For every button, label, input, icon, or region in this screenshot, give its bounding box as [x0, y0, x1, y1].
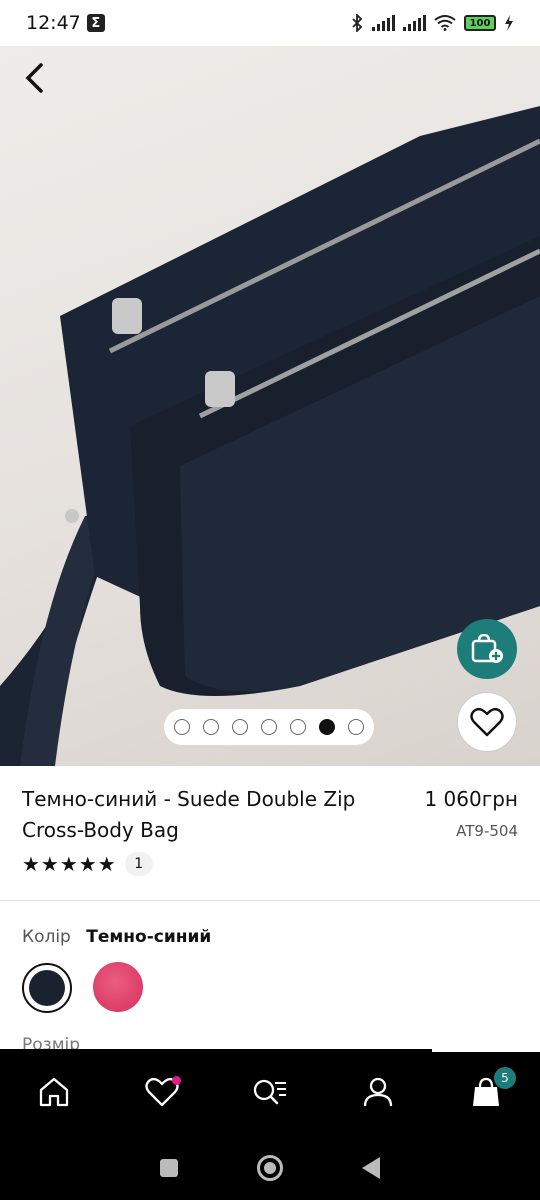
color-label: Колір — [22, 927, 71, 947]
gallery-dot[interactable] — [348, 719, 364, 735]
gallery-dot-active[interactable] — [319, 719, 335, 735]
back-system-button[interactable] — [362, 1156, 381, 1179]
selected-color-name: Темно-синий — [86, 927, 212, 947]
recents-button[interactable] — [159, 1158, 178, 1177]
gallery-pagination[interactable] — [164, 709, 374, 745]
bluetooth-icon — [352, 14, 363, 32]
gallery-dot[interactable] — [290, 719, 306, 735]
color-selector: Колір Темно-синий Розмір — [0, 901, 540, 1055]
nav-wishlist[interactable] — [108, 1049, 216, 1135]
color-swatch-navy[interactable] — [22, 963, 72, 1013]
nav-home[interactable] — [0, 1049, 108, 1135]
nav-search[interactable] — [216, 1049, 324, 1135]
nav-profile[interactable] — [324, 1049, 432, 1135]
review-count-badge: 1 — [124, 852, 153, 876]
wishlist-indicator-dot — [172, 1076, 181, 1085]
rating-stars: ★★★★★ — [22, 852, 117, 876]
battery-icon: 100 — [464, 15, 496, 31]
heart-icon — [470, 707, 504, 737]
active-tab-indicator — [432, 1049, 540, 1052]
wishlist-button[interactable] — [457, 692, 517, 752]
product-title: Темно-синий - Suede Double Zip Cross-Bod… — [22, 787, 356, 842]
back-arrow-icon — [25, 63, 43, 93]
gallery-dot[interactable] — [232, 719, 248, 735]
add-to-bag-icon — [471, 634, 503, 663]
home-icon — [39, 1077, 69, 1107]
search-icon — [253, 1079, 286, 1105]
product-image-gallery[interactable] — [0, 46, 540, 766]
charging-icon — [505, 15, 513, 31]
home-system-button[interactable] — [256, 1154, 283, 1181]
product-info: Темно-синий - Suede Double Zip Cross-Bod… — [0, 766, 540, 901]
profile-icon — [363, 1077, 393, 1107]
wifi-icon — [434, 15, 456, 31]
system-nav-bar — [0, 1135, 540, 1200]
product-rating[interactable]: ★★★★★ 1 — [22, 852, 153, 876]
product-sku: AT9-504 — [456, 822, 518, 840]
product-page: 12:47 Σ 100 Темно-синий - Suede Double Z… — [0, 0, 540, 1200]
gallery-dot[interactable] — [203, 719, 219, 735]
nav-cart[interactable]: 5 — [432, 1049, 540, 1135]
back-button[interactable] — [16, 60, 52, 96]
gallery-dot[interactable] — [174, 719, 190, 735]
status-time: 12:47 — [26, 12, 81, 34]
color-swatch-pink[interactable] — [93, 962, 143, 1012]
bottom-nav: 5 — [0, 1049, 540, 1135]
cart-count-badge: 5 — [494, 1067, 516, 1089]
sigma-icon: Σ — [86, 14, 105, 32]
product-price: 1 060грн — [424, 787, 518, 811]
status-bar: 12:47 Σ 100 — [0, 0, 540, 46]
signal-icon — [403, 15, 426, 31]
gallery-dot[interactable] — [261, 719, 277, 735]
add-to-cart-button[interactable] — [457, 619, 517, 679]
signal-icon — [372, 15, 395, 31]
